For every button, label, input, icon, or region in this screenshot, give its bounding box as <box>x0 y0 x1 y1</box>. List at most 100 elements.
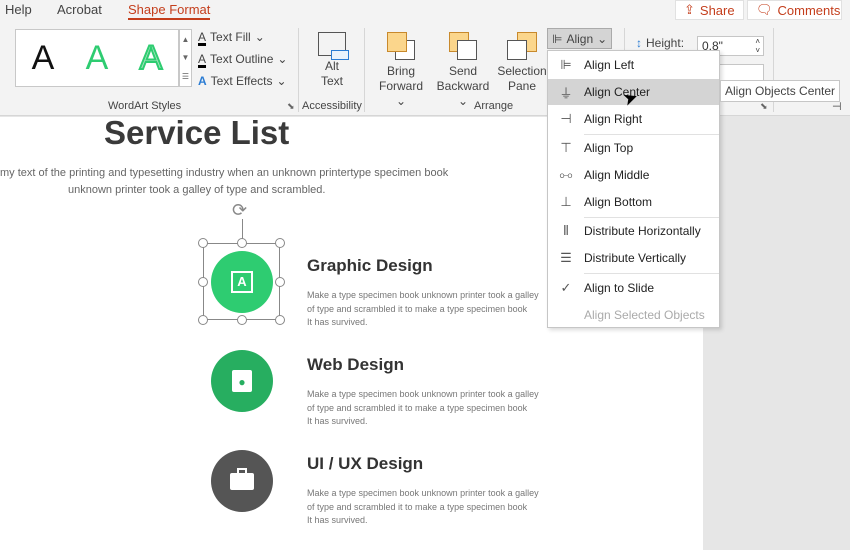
align-icon: ⊫ <box>552 31 563 46</box>
web-design-circle[interactable]: ● <box>211 350 273 412</box>
menu-divider <box>584 273 719 274</box>
selection-pane-button[interactable]: Selection Pane <box>496 32 548 94</box>
alt-text-button[interactable]: Alt Text <box>312 32 352 89</box>
dialog-launcher-icon[interactable]: ⬊ <box>760 101 768 112</box>
resize-handle[interactable] <box>198 315 208 325</box>
service-title[interactable]: UI / UX Design <box>307 454 423 474</box>
spinner-icon[interactable]: ˄ ˅ <box>755 37 760 55</box>
menu-align-top[interactable]: ⊤ Align Top <box>548 135 719 161</box>
share-icon: ⇪ <box>684 2 695 17</box>
send-backward-line1: Send <box>448 64 478 78</box>
text-effects-label: Text Effects <box>210 74 273 88</box>
bring-forward-line2: Forward ⌄ <box>378 79 423 108</box>
align-middle-icon: ⧟ <box>559 167 573 182</box>
align-button[interactable]: ⊫ Align ⌄ <box>547 28 613 49</box>
more-icon[interactable]: ☰ <box>182 72 189 81</box>
resize-handle[interactable] <box>275 277 285 287</box>
accessibility-group-label: Accessibility <box>302 100 362 112</box>
service-description[interactable]: Make a type specimen book unknown printe… <box>307 289 539 330</box>
alt-text-line2: Text <box>320 74 343 88</box>
rotate-handle-icon[interactable]: ⟳ <box>232 200 247 221</box>
briefcase-icon <box>230 467 254 490</box>
intro-line-1[interactable]: my text of the printing and typesetting … <box>0 167 448 179</box>
intro-line-2[interactable]: unknown printer took a galley of type an… <box>68 184 325 196</box>
scroll-down-icon[interactable]: ▼ <box>182 53 190 62</box>
menu-align-left[interactable]: ⊫ Align Left <box>548 52 719 78</box>
align-label: Align <box>566 31 594 46</box>
text-fill-label: Text Fill <box>210 30 251 44</box>
chevron-down-icon: ⌄ <box>276 74 287 88</box>
share-label: Share <box>699 2 735 18</box>
text-effects-icon: A <box>198 74 207 88</box>
resize-handle[interactable] <box>275 238 285 248</box>
id-badge-icon: ● <box>232 370 252 392</box>
divider <box>298 28 299 112</box>
chevron-down-icon: ⌄ <box>597 31 608 46</box>
tab-acrobat[interactable]: Acrobat <box>57 2 102 17</box>
text-fill-icon: A <box>198 30 207 44</box>
wordart-style-green[interactable]: A <box>86 39 109 78</box>
resize-handle[interactable] <box>198 238 208 248</box>
checkmark-icon: ✓ <box>560 280 572 295</box>
tab-help[interactable]: Help <box>5 2 32 17</box>
ribbon-tabs: Help Acrobat Shape Format ⇪ Share 🗨 Commen… <box>0 0 850 22</box>
menu-align-right[interactable]: ⊣ Align Right <box>548 106 719 132</box>
ui-ux-design-circle[interactable] <box>211 450 273 512</box>
align-center-icon: ⏚ <box>559 85 573 101</box>
text-fill-button[interactable]: A Text Fill ⌄ <box>198 30 265 44</box>
alt-text-line1: Alt <box>324 59 339 73</box>
distribute-horizontally-icon: ⫴ <box>563 223 569 238</box>
comments-label: Comments <box>777 2 841 18</box>
wordart-group-label: WordArt Styles <box>108 100 182 112</box>
menu-align-middle[interactable]: ⧟ Align Middle <box>548 162 719 188</box>
selection-pane-line2: Pane <box>507 79 537 93</box>
resize-handle[interactable] <box>275 315 285 325</box>
chevron-down-icon: ⌄ <box>277 52 288 66</box>
resize-handle[interactable] <box>237 315 247 325</box>
distribute-vertically-icon: ☰ <box>560 250 572 265</box>
tab-shape-format[interactable]: Shape Format <box>128 2 211 20</box>
menu-distribute-vertically[interactable]: ☰ Distribute Vertically <box>548 245 719 271</box>
divider <box>364 28 365 112</box>
menu-align-bottom[interactable]: ⊥ Align Bottom <box>548 189 719 215</box>
menu-align-to-slide[interactable]: ✓ Align to Slide <box>548 275 719 301</box>
text-outline-label: Text Outline <box>210 52 274 66</box>
comment-icon: 🗨 <box>756 2 773 17</box>
graphic-design-circle[interactable]: A <box>211 251 273 313</box>
wordart-gallery[interactable]: A A A <box>15 29 179 87</box>
send-backward-button[interactable]: Send Backward ⌄ <box>432 32 494 109</box>
align-top-icon: ⊤ <box>560 140 572 155</box>
gallery-scroll[interactable]: ▲ ▼ ☰ <box>179 29 192 87</box>
service-title[interactable]: Web Design <box>307 355 404 375</box>
bring-forward-line1: Bring <box>386 64 415 78</box>
slide-title[interactable]: Service List <box>104 114 289 152</box>
service-title[interactable]: Graphic Design <box>307 256 433 276</box>
comments-button[interactable]: 🗨 Comments <box>747 0 842 20</box>
arrange-group-label: Arrange <box>474 100 514 112</box>
menu-distribute-horizontally[interactable]: ⫴ Distribute Horizontally <box>548 218 719 244</box>
chevron-down-icon: ⌄ <box>254 30 265 44</box>
scroll-up-icon[interactable]: ▲ <box>182 35 190 44</box>
height-label: ↕ Height: <box>636 36 685 50</box>
tooltip: Align Objects Center <box>720 80 841 102</box>
text-frame-icon: A <box>231 271 253 293</box>
selection-pane-line1: Selection <box>497 64 547 78</box>
align-bottom-icon: ⊥ <box>560 194 572 209</box>
height-icon: ↕ <box>636 36 642 50</box>
send-backward-icon <box>449 32 477 60</box>
resize-handle[interactable] <box>198 277 208 287</box>
text-effects-button[interactable]: A Text Effects ⌄ <box>198 74 287 88</box>
menu-align-selected-objects: Align Selected Objects <box>584 308 705 322</box>
bring-forward-button[interactable]: Bring Forward ⌄ <box>374 32 428 109</box>
text-outline-button[interactable]: A Text Outline ⌄ <box>198 52 287 66</box>
wordart-style-outline[interactable]: A <box>139 38 164 78</box>
dialog-launcher-icon[interactable]: ⬊ <box>287 101 295 112</box>
share-button[interactable]: ⇪ Share <box>675 0 744 20</box>
selection-pane-icon <box>507 32 537 60</box>
bring-forward-icon <box>387 32 415 60</box>
wordart-style-black[interactable]: A <box>32 39 55 78</box>
text-outline-icon: A <box>198 52 207 66</box>
service-description[interactable]: Make a type specimen book unknown printe… <box>307 487 539 528</box>
resize-handle[interactable] <box>237 238 247 248</box>
service-description[interactable]: Make a type specimen book unknown printe… <box>307 388 539 429</box>
